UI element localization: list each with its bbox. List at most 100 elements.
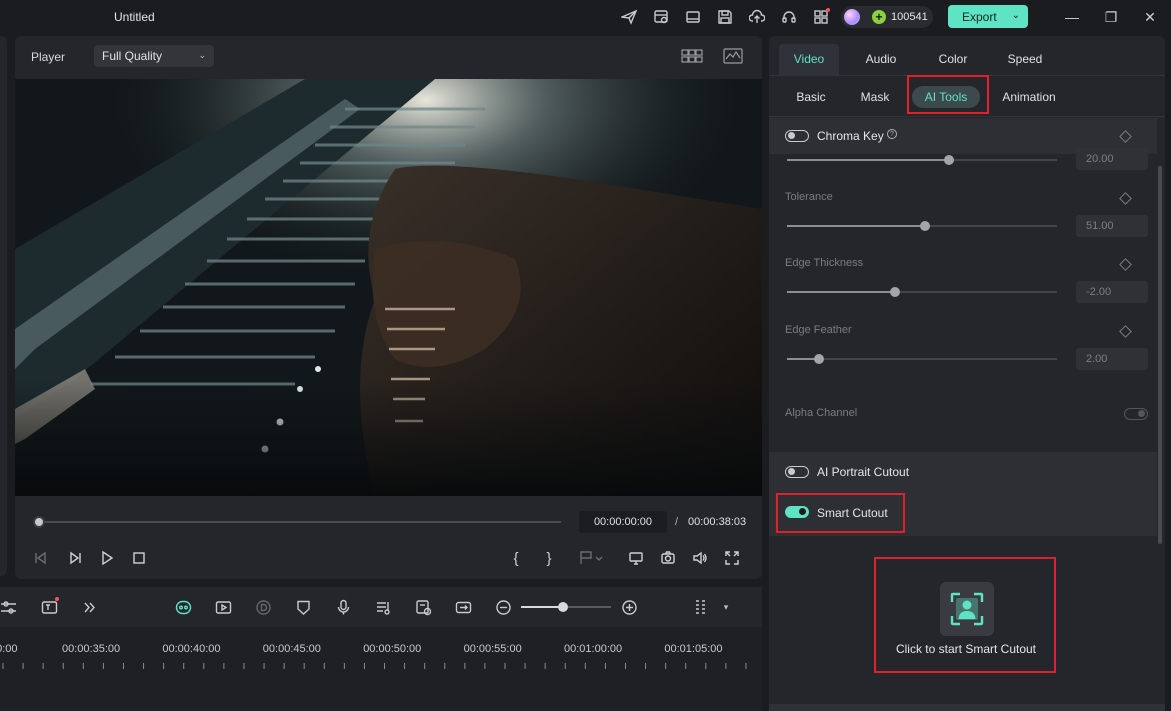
export-label: Export: [962, 9, 997, 24]
auto-reframe-icon[interactable]: [213, 597, 233, 617]
chroma-top-slider-handle[interactable]: [944, 155, 954, 165]
play-icon[interactable]: [97, 548, 117, 568]
zoom-out-icon[interactable]: [493, 597, 513, 617]
send-icon[interactable]: [620, 8, 638, 26]
adjust-icon[interactable]: [0, 597, 18, 617]
chevron-down-icon: ⌄: [198, 50, 206, 60]
credits-pill[interactable]: + 100541: [841, 6, 933, 28]
media-panel-edge: [0, 36, 7, 576]
chevron-down-icon[interactable]: ⌄: [1012, 10, 1020, 21]
tab-mask[interactable]: Mask: [853, 86, 897, 108]
edge-feather-value[interactable]: 2.00: [1076, 348, 1148, 370]
person-cutout-icon: [950, 592, 984, 626]
volume-icon[interactable]: [690, 548, 710, 568]
tab-animation[interactable]: Animation: [995, 86, 1063, 108]
ruler-label: 00:00:40:00: [162, 643, 221, 655]
edge-thickness-slider-handle[interactable]: [890, 287, 900, 297]
voiceover-icon[interactable]: [413, 597, 433, 617]
tab-color[interactable]: Color: [923, 44, 983, 76]
help-icon[interactable]: ?: [887, 129, 897, 139]
tab-basic[interactable]: Basic: [789, 86, 833, 108]
panel-footer: [769, 704, 1165, 711]
support-headset-icon[interactable]: [780, 8, 798, 26]
more-tools-icon[interactable]: [79, 597, 99, 617]
notification-dot: [55, 597, 59, 601]
keyframe-icon[interactable]: [1119, 258, 1132, 271]
keyframe-icon[interactable]: [1119, 325, 1132, 338]
split-audio-icon[interactable]: [453, 597, 473, 617]
smart-cutout-start-button[interactable]: [940, 582, 994, 636]
tab-video[interactable]: Video: [779, 44, 839, 76]
microphone-icon[interactable]: [333, 597, 353, 617]
quality-dropdown[interactable]: Full Quality ⌄: [94, 45, 214, 67]
notification-dot: [826, 8, 830, 12]
ruler-label: 00:00:55:00: [463, 643, 522, 655]
scopes-icon[interactable]: [722, 48, 744, 66]
smart-cutout-caption[interactable]: Click to start Smart Cutout: [881, 642, 1051, 656]
credits-value: 100541: [891, 11, 928, 23]
add-credits-icon[interactable]: +: [872, 10, 886, 24]
cloud-upload-icon[interactable]: [748, 8, 766, 26]
timeline-zoom-fill: [521, 606, 563, 608]
snapshot-icon[interactable]: [658, 548, 678, 568]
timeline-settings-icon[interactable]: [690, 597, 710, 617]
audio-mixer-icon[interactable]: [373, 597, 393, 617]
video-preview[interactable]: [15, 79, 762, 496]
edge-thickness-slider-fill: [787, 291, 895, 293]
minimize-icon[interactable]: —: [1062, 7, 1082, 27]
tolerance-value[interactable]: 51.00: [1076, 215, 1148, 237]
zoom-in-icon[interactable]: [619, 597, 639, 617]
mark-in-button[interactable]: {: [506, 548, 526, 568]
restore-icon[interactable]: ❐: [1101, 7, 1121, 27]
ai-copilot-icon[interactable]: [173, 597, 193, 617]
smart-cutout-toggle[interactable]: [785, 506, 809, 518]
player-panel: Player Full Quality ⌄ 00:00:00:00 / 00:0…: [15, 36, 762, 579]
tolerance-slider-handle[interactable]: [920, 221, 930, 231]
smart-cutout-label: Smart Cutout: [817, 506, 888, 520]
close-icon[interactable]: ✕: [1140, 7, 1160, 27]
save-icon[interactable]: [716, 8, 734, 26]
previous-frame-icon[interactable]: [31, 548, 51, 568]
display-settings-icon[interactable]: [626, 548, 646, 568]
avatar[interactable]: [844, 9, 860, 25]
ducking-icon[interactable]: [253, 597, 273, 617]
tab-ai-tools[interactable]: AI Tools: [912, 86, 980, 108]
marker-dropdown-icon[interactable]: [571, 548, 611, 568]
edge-thickness-label: Edge Thickness: [785, 257, 864, 269]
next-frame-icon[interactable]: [65, 548, 85, 568]
playback-scrubber-handle[interactable]: [33, 516, 45, 528]
alpha-channel-label: Alpha Channel: [785, 407, 858, 419]
chroma-key-toggle[interactable]: [785, 130, 809, 142]
playback-scrubber-track[interactable]: [39, 521, 561, 523]
fullscreen-icon[interactable]: [722, 548, 742, 568]
chroma-top-value[interactable]: 20.00: [1076, 148, 1148, 170]
edge-thickness-value[interactable]: -2.00: [1076, 281, 1148, 303]
ai-portrait-label: AI Portrait Cutout: [817, 465, 910, 479]
ruler-label: 00:00:50:00: [363, 643, 422, 655]
apps-grid-icon[interactable]: [812, 8, 830, 26]
grid-view-icon[interactable]: [681, 48, 703, 66]
mark-out-button[interactable]: }: [539, 548, 559, 568]
total-duration: 00:00:38:03: [688, 516, 747, 528]
stop-icon[interactable]: [129, 548, 149, 568]
ai-text-icon[interactable]: [39, 597, 59, 617]
layout-icon[interactable]: [684, 8, 702, 26]
ai-portrait-toggle[interactable]: [785, 466, 809, 478]
chroma-top-slider-fill: [787, 159, 949, 161]
mark-icon[interactable]: [293, 597, 313, 617]
panel-scrollbar[interactable]: [1158, 166, 1162, 544]
edge-feather-slider-track[interactable]: [787, 358, 1057, 360]
export-button[interactable]: Export ⌄: [948, 5, 1028, 28]
chevron-down-icon[interactable]: ▾: [716, 597, 736, 617]
tab-speed[interactable]: Speed: [995, 44, 1055, 76]
current-timecode[interactable]: 00:00:00:00: [579, 511, 667, 533]
alpha-channel-toggle[interactable]: [1124, 408, 1148, 420]
keyframe-icon[interactable]: [1119, 192, 1132, 205]
timeline-toolbar: ▾: [0, 587, 762, 627]
media-manage-icon[interactable]: [652, 8, 670, 26]
timeline-panel: ▾ 00:00 00:00:35:00 00:00:40:00 00:00:45:00…: [0, 587, 762, 711]
tab-audio[interactable]: Audio: [851, 44, 911, 76]
edge-feather-slider-handle[interactable]: [814, 354, 824, 364]
keyframe-icon[interactable]: [1119, 130, 1132, 143]
timeline-zoom-handle[interactable]: [558, 602, 568, 612]
